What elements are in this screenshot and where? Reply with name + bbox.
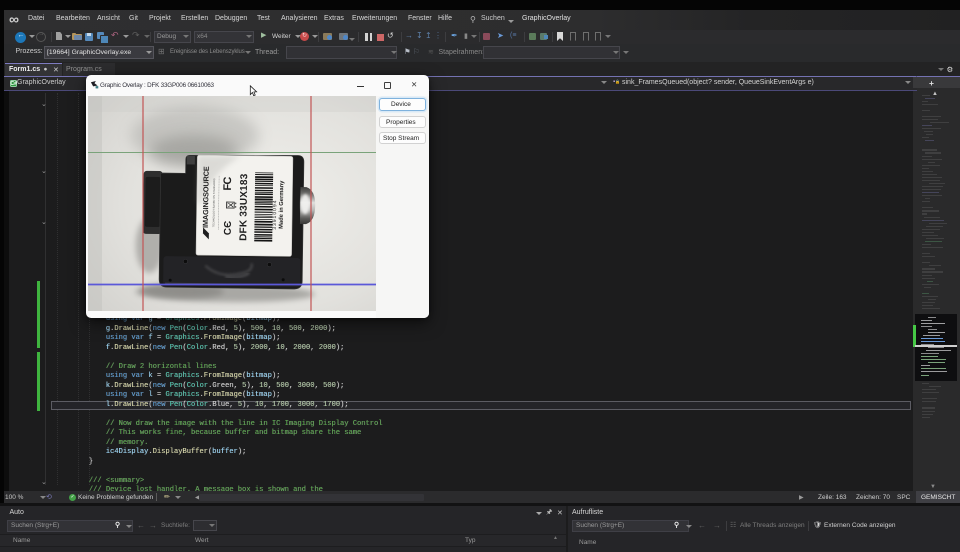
svg-text:◢◤IMAGINGSOURCE: ◢◤IMAGINGSOURCE [201, 166, 211, 240]
svg-text:CЄ: CЄ [223, 221, 234, 235]
svg-text:FC: FC [222, 177, 234, 191]
svg-text:TECHNOLOGY BASED ON STANDARDS: TECHNOLOGY BASED ON STANDARDS [211, 178, 216, 227]
svg-text:33910094: 33910094 [272, 199, 278, 229]
svg-text:Made in Germany: Made in Germany [279, 180, 286, 229]
svg-text:DFK 33UX183: DFK 33UX183 [238, 173, 250, 241]
